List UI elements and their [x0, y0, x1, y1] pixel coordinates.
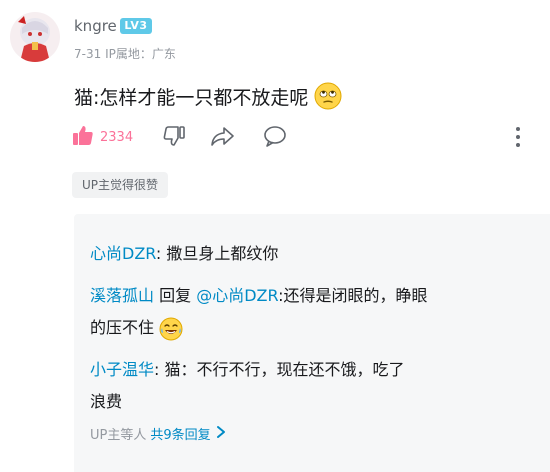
eye-roll-emoji-icon — [314, 82, 342, 110]
comment-meta: 7-31 IP属地：广东 — [74, 45, 176, 62]
reply-item[interactable]: 溪落孤山 回复 @心尚DZR:还得是闭眼的，睁眼 — [90, 278, 428, 314]
replies-count[interactable]: 共9条回复 — [150, 424, 210, 443]
reply-separator: : — [155, 244, 167, 263]
ip-location: IP属地：广东 — [105, 47, 176, 61]
up-liked-badge: UP主觉得很赞 — [72, 172, 169, 198]
reply-username[interactable]: 溪落孤山 — [90, 286, 154, 305]
comment-date: 7-31 — [74, 47, 102, 61]
reply-text: 猫：不行不行，现在还不饿，吃了 — [164, 360, 405, 379]
reply-button[interactable] — [262, 124, 288, 152]
reply-item[interactable]: 小子温华: 猫：不行不行，现在还不饿，吃了 — [90, 352, 405, 388]
comment-body: 猫:怎样才能一只都不放走呢 — [74, 82, 342, 110]
thumbs-down-icon — [162, 126, 186, 152]
chevron-right-icon — [215, 425, 227, 443]
like-count: 2334 — [100, 129, 134, 145]
like-button[interactable]: 2334 — [72, 124, 133, 150]
reply-separator: : — [154, 360, 165, 379]
reply-text: 的压不住 — [90, 318, 155, 337]
view-all-replies[interactable]: UP主等人 共9条回复 — [90, 424, 227, 443]
reply-username[interactable]: 小子温华 — [90, 360, 154, 379]
more-options-button[interactable] — [512, 124, 524, 154]
comment-actions: 2334 — [72, 124, 542, 150]
reply-mention[interactable]: @心尚DZR — [196, 286, 278, 305]
reply-text: :还得是闭眼的，睁眼 — [278, 286, 428, 305]
reply-separator: 回复 — [154, 286, 197, 305]
comment-text: 猫:怎样才能一只都不放走呢 — [74, 86, 309, 109]
reply-username[interactable]: 心尚DZR — [90, 244, 156, 263]
reply-text: 浪费 — [90, 392, 123, 411]
reply-text: 撒旦身上都纹你 — [166, 244, 279, 263]
level-badge: LV3 — [120, 18, 152, 34]
share-button[interactable] — [210, 124, 236, 152]
reply-item[interactable]: 心尚DZR: 撒旦身上都纹你 — [90, 236, 278, 272]
laughing-tears-emoji-icon — [159, 317, 183, 341]
avatar[interactable] — [10, 12, 60, 62]
share-arrow-icon — [210, 127, 236, 152]
dislike-button[interactable] — [162, 124, 186, 152]
more-vertical-icon — [512, 127, 524, 154]
replies-panel: 心尚DZR: 撒旦身上都纹你 溪落孤山 回复 @心尚DZR:还得是闭眼的，睁眼 … — [74, 214, 550, 472]
comment-bubble-icon — [262, 126, 288, 152]
replies-up-label: UP主等人 — [90, 428, 147, 443]
thumbs-up-icon — [72, 124, 94, 150]
reply-item-continued: 浪费 — [90, 384, 122, 420]
username[interactable]: kngre — [74, 17, 117, 35]
reply-item-continued: 的压不住 — [90, 310, 183, 346]
